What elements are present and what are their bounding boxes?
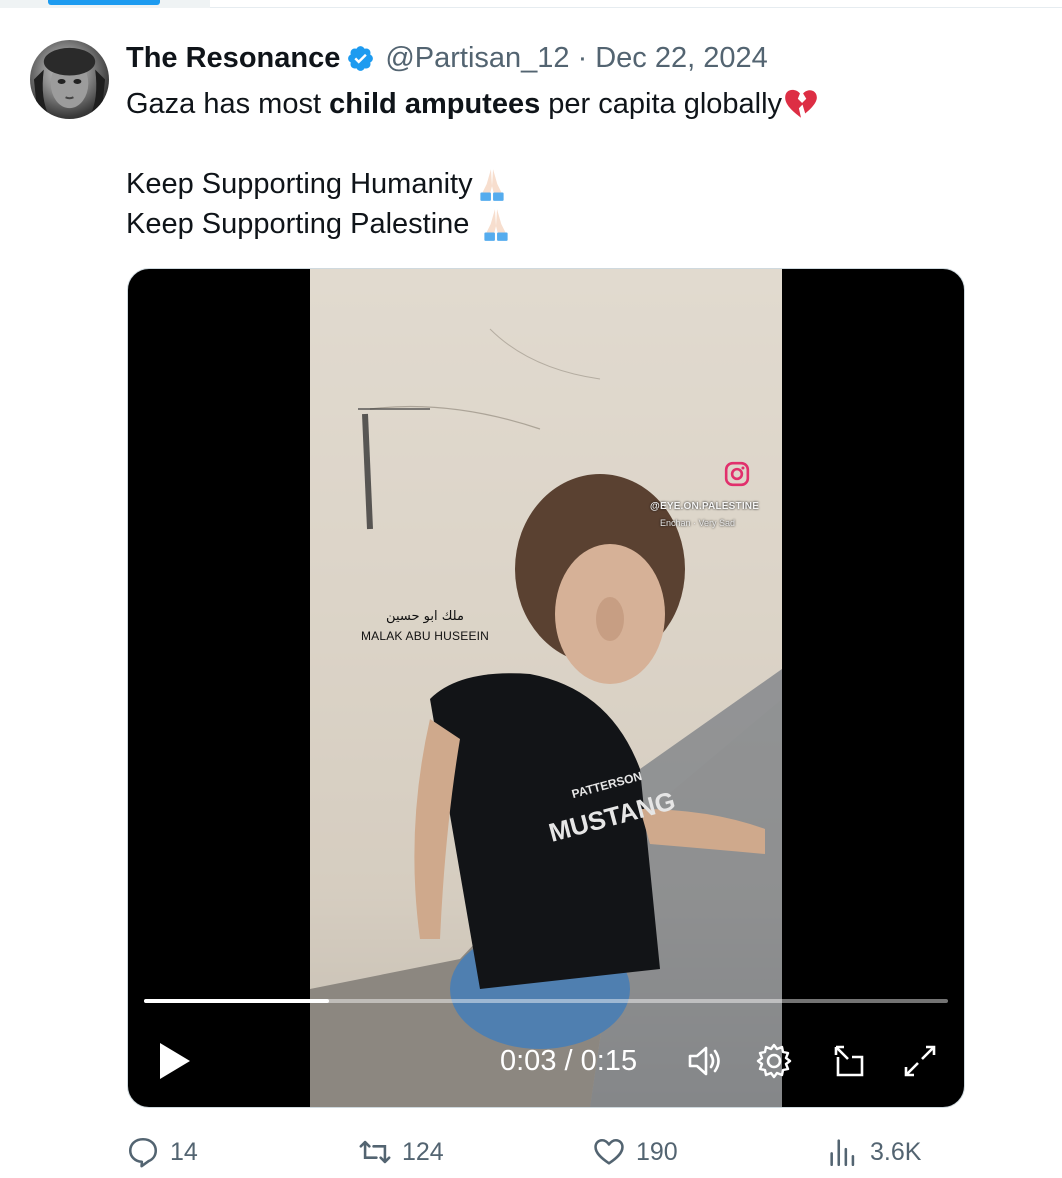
caption-name-arabic: ملك ابو حسين bbox=[386, 609, 464, 624]
user-handle[interactable]: @Partisan_12 bbox=[385, 42, 569, 75]
active-tab-indicator bbox=[48, 0, 160, 5]
time-total: 0:15 bbox=[580, 1045, 638, 1077]
divider bbox=[210, 7, 1062, 8]
time-current: 0:03 bbox=[500, 1045, 557, 1077]
reply-icon bbox=[128, 1137, 158, 1168]
tweet-line-1: Gaza has most child amputees per capita … bbox=[126, 84, 820, 124]
tweet-line-2: Keep Supporting Humanity bbox=[126, 164, 820, 204]
tweet-text: Gaza has most child amputees per capita … bbox=[126, 84, 820, 244]
views-count: 3.6K bbox=[870, 1137, 922, 1166]
watermark-handle: @EYE.ON.PALESTINE bbox=[650, 501, 760, 512]
video-time: 0:03 / 0:15 bbox=[500, 1041, 637, 1081]
instagram-icon bbox=[724, 461, 750, 487]
views-button[interactable]: 3.6K bbox=[826, 1132, 921, 1172]
reply-button[interactable]: 14 bbox=[126, 1132, 198, 1172]
separator-dot: · bbox=[577, 41, 588, 74]
top-tab-bar bbox=[0, 0, 1062, 10]
text-segment: Gaza has most bbox=[126, 88, 330, 120]
text-segment: Keep Supporting Palestine bbox=[126, 208, 478, 240]
text-segment: Keep Supporting Humanity bbox=[126, 168, 473, 200]
time-separator: / bbox=[556, 1045, 581, 1077]
tweet-line-3: Keep Supporting Palestine bbox=[126, 204, 820, 244]
heart-icon bbox=[594, 1138, 624, 1165]
analytics-icon bbox=[830, 1139, 855, 1167]
pop-out-button[interactable] bbox=[830, 1041, 870, 1081]
play-button[interactable] bbox=[154, 1039, 194, 1083]
video-progress-bar[interactable] bbox=[144, 999, 948, 1003]
settings-button[interactable] bbox=[754, 1041, 794, 1081]
bold-text-segment: child amputees bbox=[329, 88, 541, 120]
video-frame[interactable]: MUSTANG PATTERSON @EYE.ON.PALESTINE Ench… bbox=[310, 269, 782, 1107]
like-button[interactable]: 190 bbox=[592, 1132, 678, 1172]
display-name[interactable]: The Resonance bbox=[126, 42, 340, 75]
verified-badge-icon[interactable] bbox=[346, 44, 375, 73]
volume-button[interactable] bbox=[684, 1041, 724, 1081]
repost-count: 124 bbox=[402, 1137, 444, 1166]
fullscreen-button[interactable] bbox=[900, 1041, 940, 1081]
tweet-actions: 14 124 190 3.6K bbox=[126, 1132, 946, 1172]
play-icon bbox=[160, 1043, 190, 1079]
video-player[interactable]: MUSTANG PATTERSON @EYE.ON.PALESTINE Ench… bbox=[127, 268, 965, 1108]
repost-icon bbox=[359, 1140, 391, 1164]
broken-heart-icon bbox=[782, 85, 820, 123]
video-still-image: MUSTANG PATTERSON bbox=[310, 269, 782, 1107]
repost-button[interactable]: 124 bbox=[358, 1132, 444, 1172]
pop-out-icon bbox=[834, 1045, 864, 1077]
like-count: 190 bbox=[636, 1137, 678, 1166]
tweet-header: The Resonance @Partisan_12 · Dec 22, 202… bbox=[126, 38, 768, 78]
volume-icon bbox=[688, 1046, 720, 1076]
caption-name-latin: MALAK ABU HUSEEIN bbox=[360, 629, 490, 643]
text-segment: per capita globally bbox=[540, 88, 783, 120]
fullscreen-icon bbox=[904, 1045, 936, 1077]
folded-hands-icon bbox=[477, 205, 515, 243]
reply-count: 14 bbox=[170, 1137, 198, 1166]
watermark-song: Enchan · Very Sad bbox=[660, 518, 736, 528]
video-progress-fill bbox=[144, 999, 329, 1003]
avatar[interactable] bbox=[30, 40, 109, 119]
folded-hands-icon bbox=[473, 165, 511, 203]
post-date[interactable]: Dec 22, 2024 bbox=[595, 42, 768, 75]
settings-gear-icon bbox=[756, 1043, 792, 1079]
